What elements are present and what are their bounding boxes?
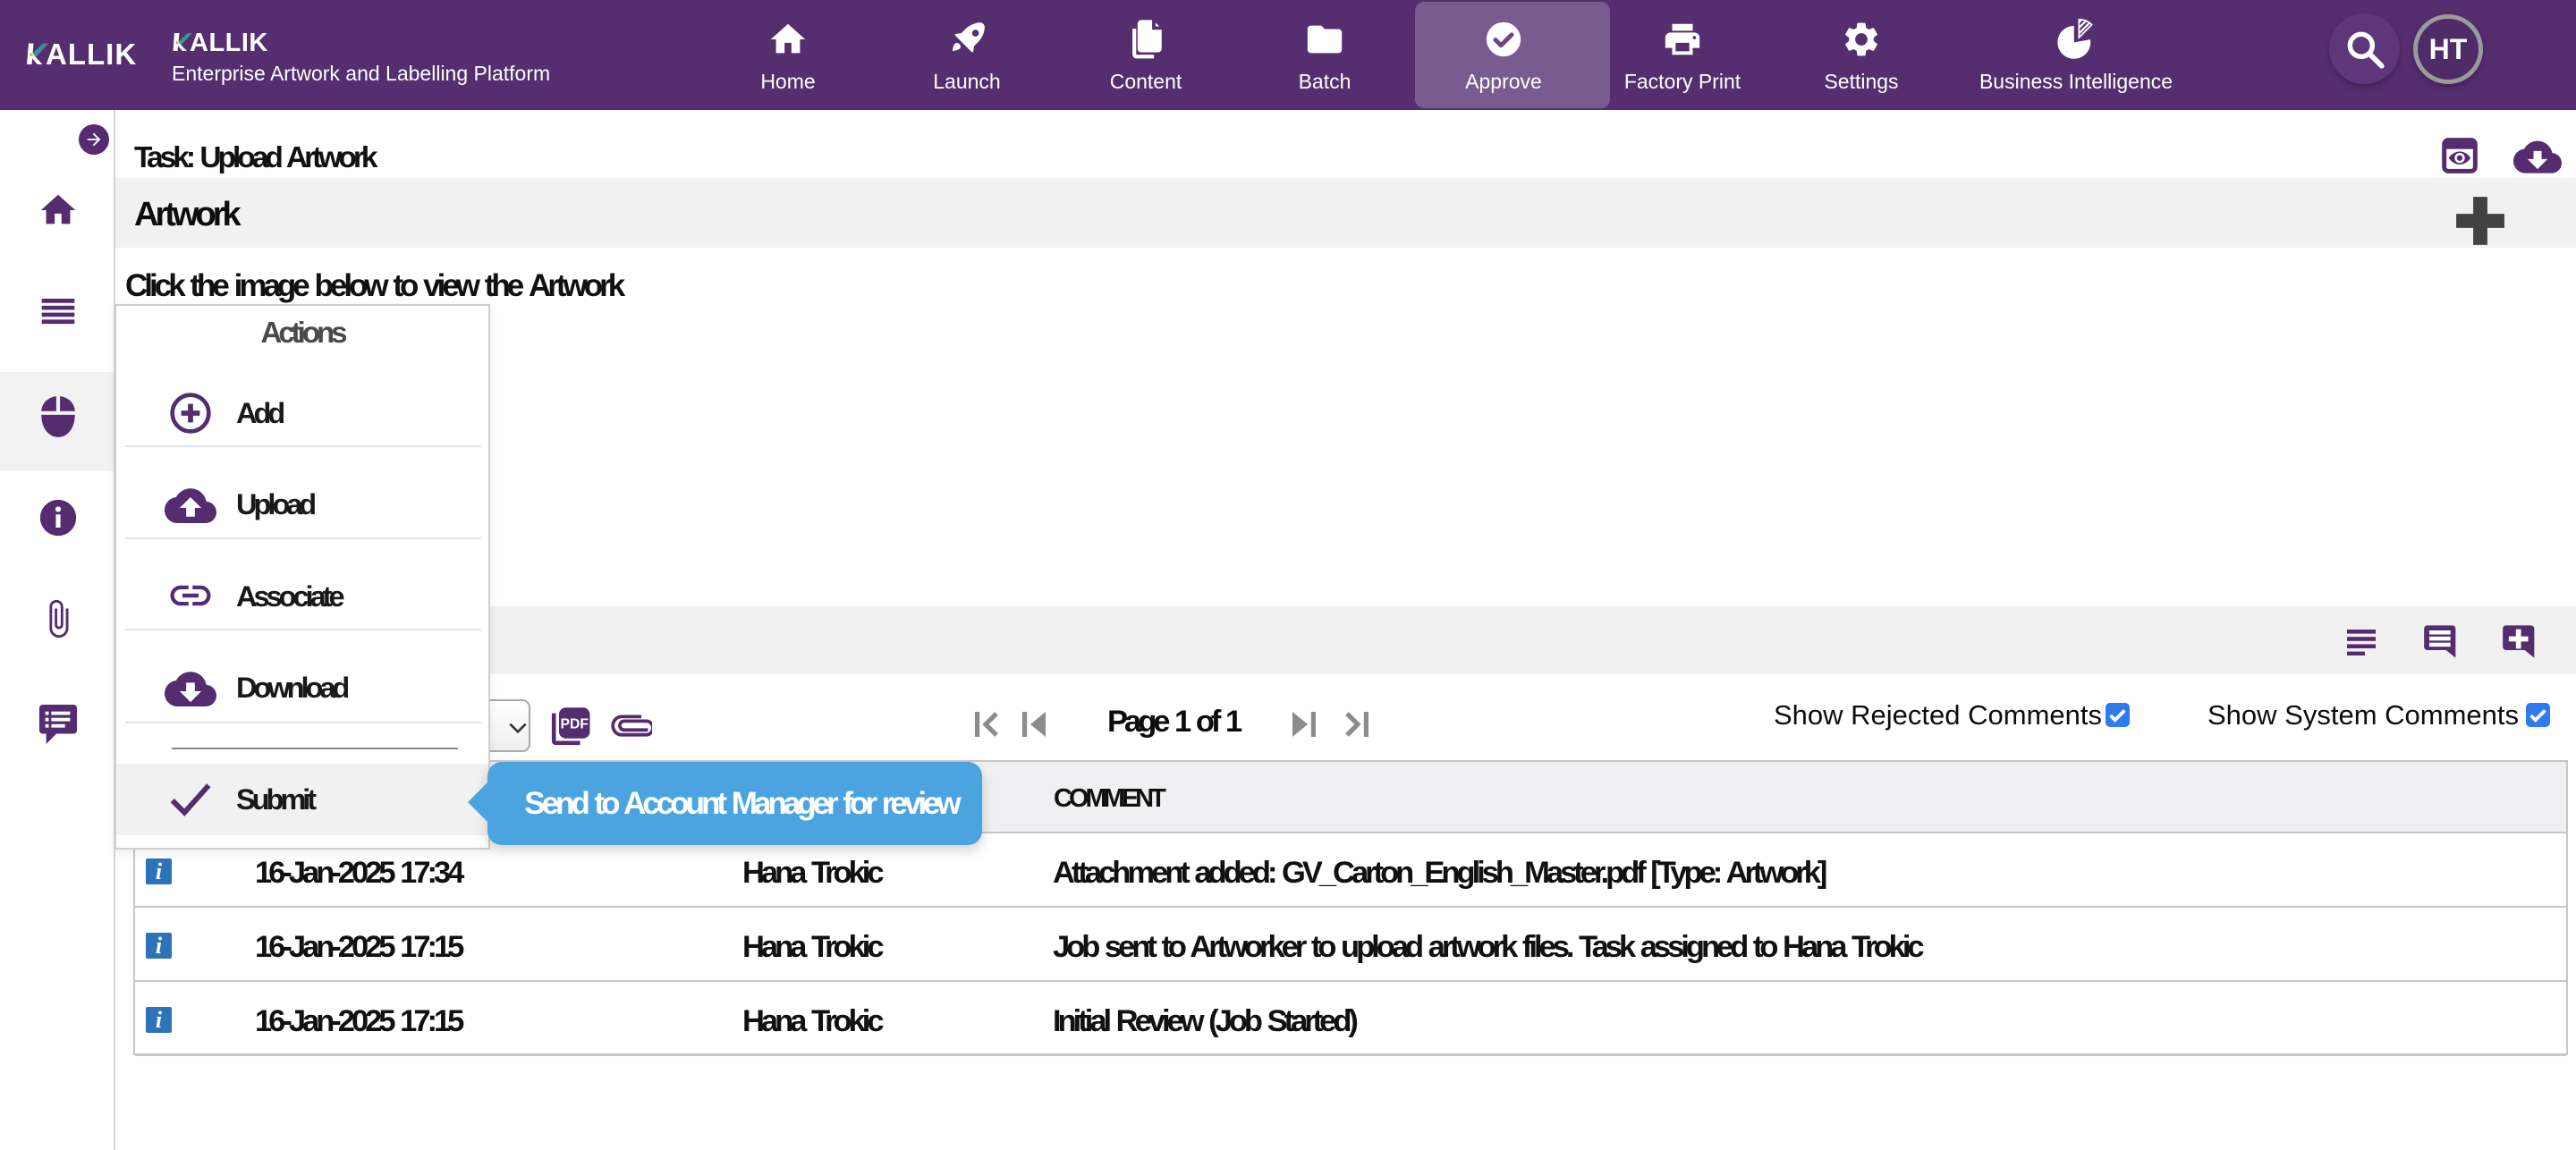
svg-text:ALLIK: ALLIK (46, 39, 137, 70)
svg-text:ALLIK: ALLIK (190, 30, 268, 55)
svg-text:PDF: PDF (561, 717, 589, 732)
